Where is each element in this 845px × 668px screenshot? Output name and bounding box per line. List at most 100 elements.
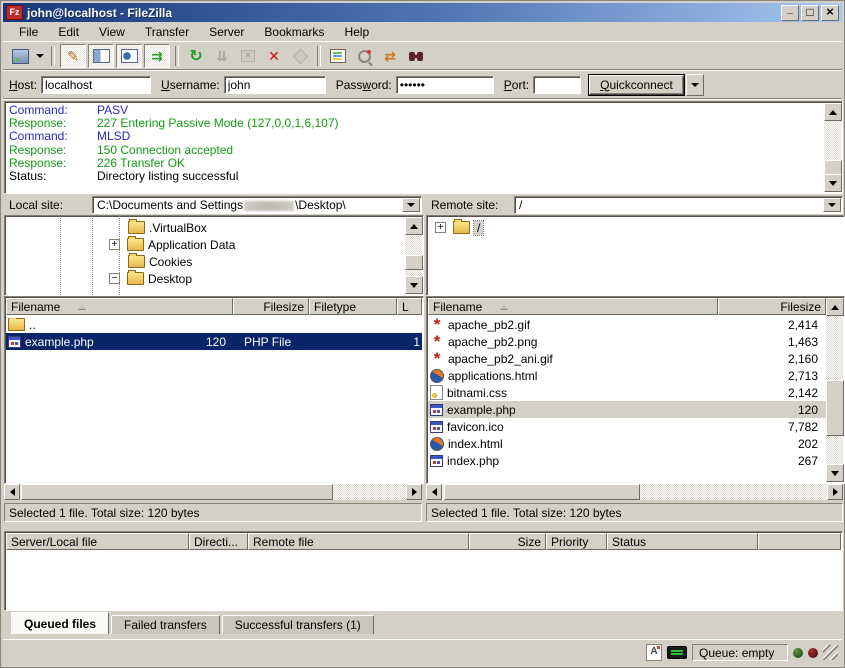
column-header-server-local-file[interactable]: Server/Local file xyxy=(6,533,189,550)
scroll-up-button[interactable] xyxy=(824,103,842,121)
site-manager-button[interactable] xyxy=(8,45,32,67)
scroll-right-button[interactable] xyxy=(406,484,422,500)
tree-expander[interactable]: + xyxy=(109,239,120,250)
list-item[interactable]: *apache_pb2.png1,463 xyxy=(428,333,826,350)
host-input[interactable] xyxy=(41,76,151,94)
local-file-list[interactable]: Filename Filesize Filetype L .. example.… xyxy=(4,296,424,484)
list-item[interactable]: applications.html2,713 xyxy=(428,367,826,384)
list-item[interactable]: index.php267 xyxy=(428,452,826,469)
find-files-button[interactable] xyxy=(404,45,428,67)
toolbar: ✎ ⇉ ↻ ⇊ × ✕ ⇄ xyxy=(3,43,842,69)
menu-file[interactable]: File xyxy=(9,23,48,41)
tree-item-cookies[interactable]: Cookies xyxy=(109,253,192,270)
list-item-parent-dir[interactable]: .. xyxy=(6,316,422,333)
refresh-button[interactable]: ↻ xyxy=(184,45,208,67)
scroll-right-button[interactable] xyxy=(827,484,843,500)
tree-item-virtualbox[interactable]: .VirtualBox xyxy=(109,219,207,236)
tree-expander[interactable]: + xyxy=(435,222,446,233)
column-header-direction[interactable]: Directi... xyxy=(189,533,248,550)
scroll-thumb[interactable] xyxy=(405,255,423,270)
list-item[interactable]: bitnami.css2,142 xyxy=(428,384,826,401)
tab-successful-transfers[interactable]: Successful transfers (1) xyxy=(222,615,374,634)
cancel-operation-button[interactable]: × xyxy=(236,45,260,67)
site-manager-dropdown-button[interactable] xyxy=(34,45,46,67)
scroll-up-button[interactable] xyxy=(405,217,423,235)
column-header-filesize[interactable]: Filesize xyxy=(233,298,309,315)
scroll-thumb[interactable] xyxy=(21,484,333,500)
menu-help[interactable]: Help xyxy=(334,23,379,41)
close-button[interactable] xyxy=(821,5,839,21)
scroll-down-button[interactable] xyxy=(405,276,423,294)
menu-server[interactable]: Server xyxy=(199,23,254,41)
scroll-down-button[interactable] xyxy=(824,174,842,192)
directory-comparison-button[interactable] xyxy=(352,45,376,67)
remote-file-list[interactable]: Filename Filesize *apache_pb2.gif2,414 *… xyxy=(426,296,845,484)
password-input[interactable] xyxy=(396,76,494,94)
tree-item-desktop[interactable]: − Desktop xyxy=(109,270,192,287)
local-site-combo[interactable]: C:\Documents and Settings\Desktop\ xyxy=(92,196,422,214)
tree-item-root[interactable]: + / xyxy=(435,219,483,236)
menu-view[interactable]: View xyxy=(89,23,135,41)
scroll-down-button[interactable] xyxy=(826,464,844,482)
column-header-filesize[interactable]: Filesize xyxy=(718,298,826,315)
menu-edit[interactable]: Edit xyxy=(48,23,89,41)
transfer-queue[interactable]: Server/Local file Directi... Remote file… xyxy=(4,531,843,611)
toggle-local-tree-button[interactable] xyxy=(88,44,114,68)
tree-expander[interactable]: − xyxy=(109,273,120,284)
column-header-filename[interactable]: Filename xyxy=(428,298,718,315)
tab-failed-transfers[interactable]: Failed transfers xyxy=(111,615,220,634)
list-item-example-php[interactable]: example.php 120 PHP File 1 xyxy=(6,333,422,350)
remote-site-combo[interactable]: / xyxy=(514,196,843,214)
maximize-button[interactable] xyxy=(801,5,819,21)
tree-item-application-data[interactable]: + Application Data xyxy=(109,236,235,253)
synchronized-browsing-button[interactable]: ⇄ xyxy=(378,45,402,67)
local-tree-scrollbar[interactable] xyxy=(405,217,422,294)
local-tree[interactable]: .VirtualBox + Application Data Cookies −… xyxy=(4,215,424,296)
list-item[interactable]: *apache_pb2_ani.gif2,160 xyxy=(428,350,826,367)
message-log[interactable]: Command:PASV Response:227 Entering Passi… xyxy=(4,101,843,194)
scroll-left-button[interactable] xyxy=(426,484,442,500)
remote-site-dropdown-button[interactable] xyxy=(823,198,841,212)
username-input[interactable] xyxy=(224,76,326,94)
local-site-dropdown-button[interactable] xyxy=(402,198,420,212)
scroll-thumb[interactable] xyxy=(826,380,844,436)
reconnect-button[interactable] xyxy=(288,45,312,67)
list-item[interactable]: *apache_pb2.gif2,414 xyxy=(428,316,826,333)
quickconnect-dropdown-button[interactable] xyxy=(686,74,704,96)
process-queue-button[interactable]: ⇊ xyxy=(210,45,234,67)
scroll-up-button[interactable] xyxy=(826,298,844,316)
local-list-hscrollbar[interactable] xyxy=(4,484,422,500)
column-header-filename[interactable]: Filename xyxy=(6,298,233,315)
list-item[interactable]: favicon.ico7,782 xyxy=(428,418,826,435)
minimize-button[interactable] xyxy=(781,5,799,21)
toggle-remote-tree-button[interactable] xyxy=(116,44,142,68)
column-header-size[interactable]: Size xyxy=(469,533,546,550)
title-bar[interactable]: Fz john@localhost - FileZilla xyxy=(3,3,842,22)
remote-list-scrollbar[interactable] xyxy=(826,298,843,482)
column-header-remote-file[interactable]: Remote file xyxy=(248,533,469,550)
list-item[interactable]: index.html202 xyxy=(428,435,826,452)
toggle-message-log-button[interactable]: ✎ xyxy=(60,44,86,68)
scroll-left-button[interactable] xyxy=(4,484,20,500)
menu-bookmarks[interactable]: Bookmarks xyxy=(254,23,334,41)
toggle-transfer-queue-button[interactable]: ⇉ xyxy=(144,44,170,68)
column-header-filetype[interactable]: Filetype xyxy=(309,298,397,315)
menu-transfer[interactable]: Transfer xyxy=(135,23,199,41)
toolbar-separator xyxy=(175,46,179,66)
column-header-priority[interactable]: Priority xyxy=(546,533,607,550)
list-item-selected[interactable]: example.php120 xyxy=(428,401,826,418)
resize-grip[interactable] xyxy=(823,645,838,660)
speed-limit-indicator-icon[interactable] xyxy=(667,646,687,659)
log-scrollbar[interactable] xyxy=(824,103,841,192)
disconnect-button[interactable]: ✕ xyxy=(262,45,286,67)
tab-queued-files[interactable]: Queued files xyxy=(11,612,109,634)
quickconnect-button[interactable]: Quickconnect xyxy=(589,75,684,95)
directory-filters-button[interactable] xyxy=(326,45,350,67)
remote-tree[interactable]: + / xyxy=(426,215,845,296)
port-input[interactable] xyxy=(533,76,581,94)
log-pencil-icon: ✎ xyxy=(67,48,79,65)
column-header-status[interactable]: Status xyxy=(607,533,758,550)
column-header-lastmodified-truncated[interactable]: L xyxy=(397,298,422,315)
scroll-thumb[interactable] xyxy=(444,484,640,500)
remote-list-hscrollbar[interactable] xyxy=(426,484,843,500)
